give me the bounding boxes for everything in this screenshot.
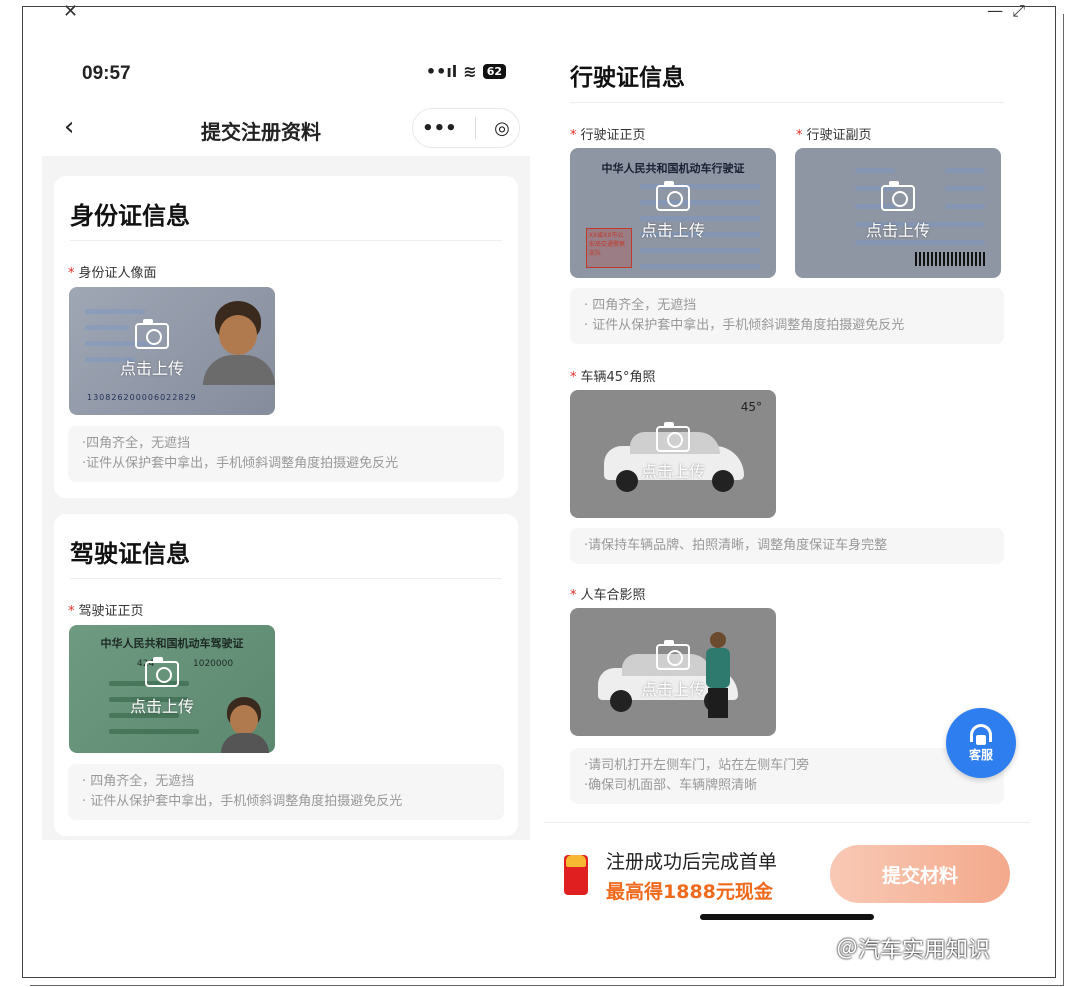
driver-license-section: 驾驶证信息 * 驾驶证正页 中华人民共和国机动车驾驶证 424 1020000 点…	[54, 514, 518, 836]
nav-bar: ‹ 提交注册资料 ••• ◎	[42, 100, 530, 156]
more-icon[interactable]: •••	[422, 118, 457, 139]
home-indicator	[700, 914, 874, 920]
car45-upload[interactable]: 45° 点击上传	[570, 390, 776, 518]
upload-label: 点击上传	[640, 221, 705, 240]
id-front-label: * 身份证人像面	[68, 266, 157, 281]
camera-icon	[656, 640, 690, 670]
tip-line: ·确保司机面部、车辆牌照清晰	[584, 778, 758, 793]
close-target-icon[interactable]: ◎	[494, 118, 510, 139]
person-car-label: * 人车合影照	[570, 588, 646, 603]
bottom-bar: 注册成功后完成首单 最高得1888元现金 提交材料	[544, 822, 1030, 918]
car45-tips: ·请保持车辆品牌、拍照清晰，调整角度保证车身完整	[570, 528, 1004, 564]
camera-icon	[135, 319, 169, 349]
promo-line-1: 注册成功后完成首单	[606, 851, 778, 873]
watermark: ＠汽车实用知识	[836, 938, 991, 963]
customer-service-button[interactable]: 客服	[946, 708, 1016, 778]
signal-icon: ••ıl	[425, 62, 458, 81]
window-controls[interactable]: — ⤢	[987, 1, 1027, 21]
divider	[70, 240, 502, 241]
vehicle-back-upload[interactable]: 点击上传	[795, 148, 1001, 278]
divider	[570, 102, 1004, 103]
upload-label: 点击上传	[865, 221, 930, 240]
person-car-tips: ·请司机打开左侧车门，站在左侧车门旁 ·确保司机面部、车辆牌照清晰	[570, 748, 1004, 804]
red-envelope-icon	[564, 855, 588, 895]
wifi-icon: ≋	[463, 62, 477, 81]
upload-label: 点击上传	[129, 697, 194, 716]
camera-icon	[656, 181, 690, 211]
battery-icon: 62	[482, 64, 506, 79]
divider	[70, 578, 502, 579]
camera-icon	[881, 181, 915, 211]
upload-overlay: 点击上传	[570, 608, 776, 736]
tip-line: · 证件从保护套中拿出，手机倾斜调整角度拍摄避免反光	[82, 794, 403, 809]
right-screen: 行驶证信息 * 行驶证正页 * 行驶证副页 中华人民共和国机动车行驶证 XX省XX市…	[544, 40, 1030, 820]
camera-icon	[656, 422, 690, 452]
person-car-upload[interactable]: 点击上传	[570, 608, 776, 736]
driver-tips: · 四角齐全，无遮挡 · 证件从保护套中拿出，手机倾斜调整角度拍摄避免反光	[68, 764, 504, 820]
upload-overlay: 点击上传	[69, 625, 275, 753]
upload-overlay: 点击上传	[570, 148, 776, 278]
vehicle-front-label: * 行驶证正页	[570, 128, 646, 143]
capsule-divider	[474, 117, 476, 139]
vehicle-front-upload[interactable]: 中华人民共和国机动车行驶证 XX省XX市公安局交通警察支队 点击上传	[570, 148, 776, 278]
tip-line: · 四角齐全，无遮挡	[82, 774, 195, 789]
tip-line: ·请司机打开左侧车门，站在左侧车门旁	[584, 758, 810, 773]
left-screen: 09:57 ••ıl ≋ 62 ‹ 提交注册资料 ••• ◎ 身份证信息 * 身份…	[42, 40, 530, 840]
tip-line: · 证件从保护套中拿出，手机倾斜调整角度拍摄避免反光	[584, 318, 905, 333]
id-tips: ·四角齐全，无遮挡 ·证件从保护套中拿出，手机倾斜调整角度拍摄避免反光	[68, 426, 504, 482]
upload-label: 点击上传	[119, 359, 184, 378]
driver-front-upload[interactable]: 中华人民共和国机动车驾驶证 424 1020000 点击上传	[69, 625, 275, 753]
id-front-upload[interactable]: 130826200006022829 点击上传	[69, 287, 275, 415]
close-icon[interactable]: ✕	[63, 1, 78, 22]
promo-line-2: 最高得1888元现金	[606, 881, 773, 903]
upload-label: 点击上传	[640, 680, 705, 699]
status-time: 09:57	[82, 63, 131, 84]
upload-overlay: 点击上传	[69, 287, 275, 415]
tip-line: · 四角齐全，无遮挡	[584, 298, 697, 313]
vehicle-section-title: 行驶证信息	[570, 65, 685, 91]
camera-icon	[145, 657, 179, 687]
mini-program-capsule: ••• ◎	[412, 108, 520, 148]
tip-line: ·证件从保护套中拿出，手机倾斜调整角度拍摄避免反光	[82, 456, 399, 471]
service-label: 客服	[968, 747, 993, 762]
vehicle-tips: · 四角齐全，无遮挡 · 证件从保护套中拿出，手机倾斜调整角度拍摄避免反光	[570, 288, 1004, 344]
headset-icon	[970, 723, 992, 745]
id-section-title: 身份证信息	[70, 202, 190, 230]
system-icons: ••ıl ≋ 62	[426, 62, 506, 81]
status-bar: 09:57 ••ıl ≋ 62	[42, 40, 530, 100]
upload-overlay: 点击上传	[795, 148, 1001, 278]
driver-front-label: * 驾驶证正页	[68, 604, 144, 619]
vehicle-back-label: * 行驶证副页	[796, 128, 872, 143]
submit-button[interactable]: 提交材料	[830, 845, 1010, 903]
id-card-section: 身份证信息 * 身份证人像面 130826200006022829 点击上传 ·四…	[54, 176, 518, 498]
upload-overlay: 点击上传	[570, 390, 776, 518]
tip-line: ·四角齐全，无遮挡	[82, 436, 191, 451]
tip-line: ·请保持车辆品牌、拍照清晰，调整角度保证车身完整	[584, 538, 888, 553]
car45-label: * 车辆45°角照	[570, 370, 656, 385]
upload-label: 点击上传	[640, 462, 705, 481]
driver-section-title: 驾驶证信息	[70, 540, 190, 568]
